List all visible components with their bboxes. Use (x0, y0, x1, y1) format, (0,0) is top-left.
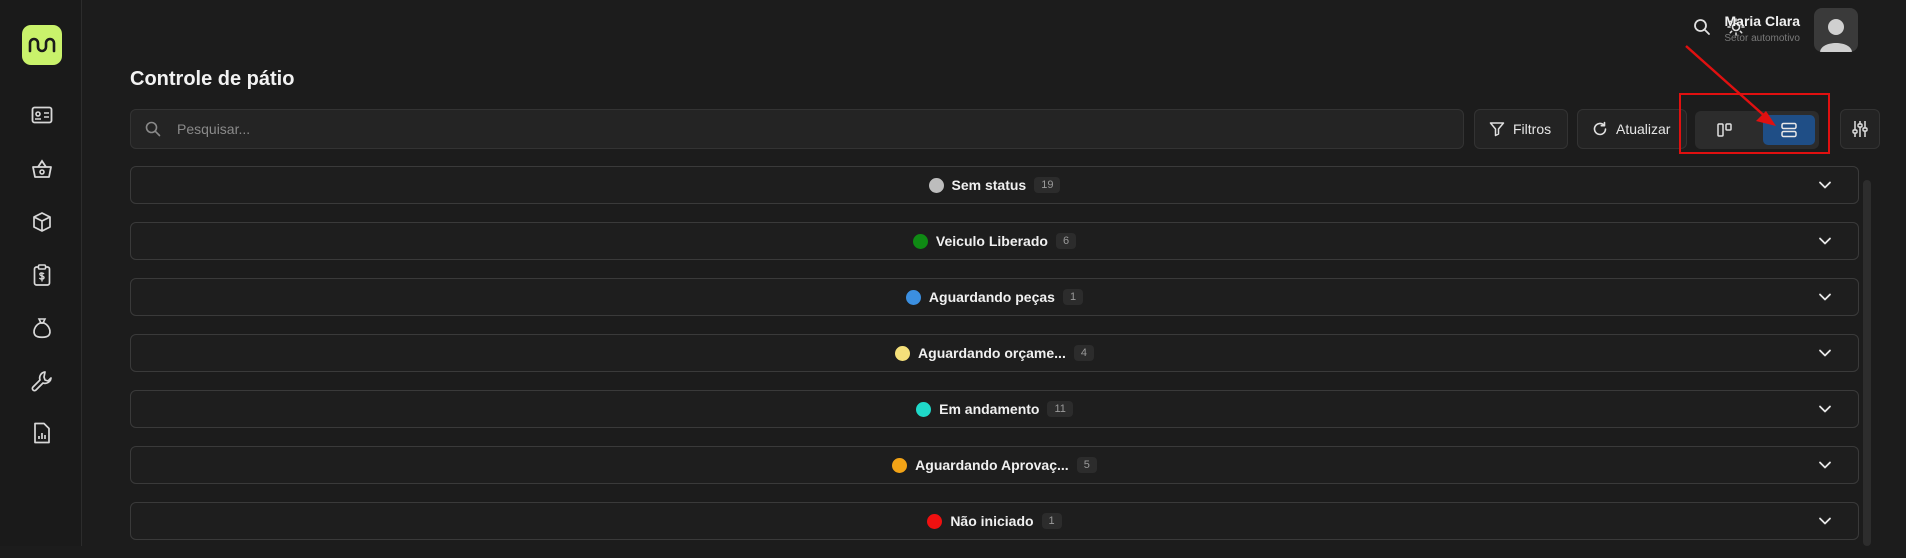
status-group-label: Sem status (951, 177, 1027, 193)
scrollbar[interactable] (1863, 180, 1871, 546)
column-settings-button[interactable] (1840, 109, 1880, 149)
status-count-badge: 5 (1076, 457, 1097, 473)
status-count-badge: 1 (1041, 513, 1062, 529)
sidebar-item-budget[interactable] (29, 262, 55, 288)
chevron-down-icon[interactable] (1818, 178, 1832, 192)
status-group-header: Aguardando orçame... 4 (895, 345, 1094, 361)
status-group-header: Aguardando Aprovaç... 5 (892, 457, 1097, 473)
page-title: Controle de pátio (130, 68, 295, 90)
status-group-label: Aguardando orçame... (918, 345, 1066, 361)
refresh-icon (1593, 121, 1607, 136)
status-group-list: Sem status 19 Veiculo Liberado 6 Aguarda… (130, 166, 1859, 558)
status-group-label: Aguardando Aprovaç... (915, 457, 1069, 473)
view-mode-toggle (1695, 111, 1819, 149)
kanban-view-icon (1717, 123, 1732, 137)
list-view-icon (1781, 122, 1797, 138)
sliders-icon (1852, 121, 1868, 137)
status-count-badge: 19 (1034, 177, 1061, 193)
status-color-dot (892, 457, 908, 473)
status-group-label: Aguardando peças (928, 289, 1055, 305)
basket-icon (32, 159, 52, 178)
status-group-row[interactable]: Aguardando Aprovaç... 5 (130, 446, 1859, 484)
avatar[interactable] (1814, 8, 1858, 52)
chevron-down-icon[interactable] (1818, 514, 1832, 528)
filters-label: Filtros (1513, 121, 1552, 137)
chevron-down-icon[interactable] (1818, 290, 1832, 304)
search-button[interactable] (1689, 14, 1715, 40)
status-group-row[interactable]: Em andamento 11 (130, 390, 1859, 428)
user-name: Maria Clara (1724, 13, 1800, 29)
list-view-option[interactable] (1763, 115, 1815, 145)
sidebar-item-services[interactable] (29, 368, 55, 394)
sidebar-item-reports[interactable] (29, 420, 55, 446)
main-content: Maria Clara Setor automotivo Controle de… (82, 0, 1906, 546)
sidebar-item-basket[interactable] (29, 156, 55, 182)
filter-icon (1489, 122, 1505, 137)
box-icon (33, 212, 51, 232)
sidebar (0, 0, 82, 546)
sidebar-item-id-card[interactable] (29, 102, 55, 128)
status-count-badge: 11 (1047, 401, 1073, 417)
report-chart-icon (34, 422, 50, 444)
status-group-row[interactable]: Não iniciado 1 (130, 502, 1859, 540)
wrench-icon (31, 371, 52, 392)
status-color-dot (912, 233, 928, 249)
chevron-down-icon[interactable] (1818, 458, 1832, 472)
status-group-header: Não iniciado 1 (927, 513, 1062, 529)
status-group-label: Em andamento (939, 401, 1040, 417)
status-color-dot (928, 177, 944, 193)
search-bar[interactable] (130, 109, 1464, 149)
status-group-header: Veiculo Liberado 6 (912, 233, 1077, 249)
status-color-dot (905, 289, 921, 305)
status-color-dot (916, 401, 932, 417)
user-avatar-icon (1820, 19, 1852, 52)
brand-logo[interactable] (22, 25, 62, 65)
status-group-header: Aguardando peças 1 (905, 289, 1084, 305)
money-bag-icon (33, 318, 51, 339)
status-group-label: Veiculo Liberado (935, 233, 1048, 249)
status-count-badge: 1 (1062, 289, 1084, 305)
user-role: Setor automotivo (1724, 33, 1800, 44)
chevron-down-icon[interactable] (1818, 346, 1832, 360)
kanban-view-option[interactable] (1699, 115, 1751, 145)
status-count-badge: 4 (1073, 345, 1094, 361)
status-color-dot (895, 345, 911, 361)
id-card-icon (31, 106, 53, 124)
search-icon (1694, 19, 1710, 35)
sidebar-item-box[interactable] (29, 209, 55, 235)
status-group-row[interactable]: Aguardando peças 1 (130, 278, 1859, 316)
status-group-row[interactable]: Sem status 19 (130, 166, 1859, 204)
status-group-header: Em andamento 11 (916, 401, 1073, 417)
filters-button[interactable]: Filtros (1474, 109, 1568, 149)
status-group-row[interactable]: Veiculo Liberado 6 (130, 222, 1859, 260)
sidebar-item-finance[interactable] (29, 315, 55, 341)
status-group-header: Sem status 19 (928, 177, 1061, 193)
search-icon (145, 121, 161, 137)
brand-wave-icon (28, 37, 56, 53)
refresh-label: Atualizar (1616, 121, 1671, 137)
status-group-row[interactable]: Aguardando orçame... 4 (130, 334, 1859, 372)
status-group-label: Não iniciado (950, 513, 1034, 529)
status-color-dot (927, 513, 943, 529)
chevron-down-icon[interactable] (1818, 234, 1832, 248)
refresh-button[interactable]: Atualizar (1577, 109, 1687, 149)
chevron-down-icon[interactable] (1818, 402, 1832, 416)
search-input[interactable] (177, 121, 1377, 137)
clipboard-dollar-icon (33, 264, 51, 286)
status-count-badge: 6 (1055, 233, 1077, 249)
